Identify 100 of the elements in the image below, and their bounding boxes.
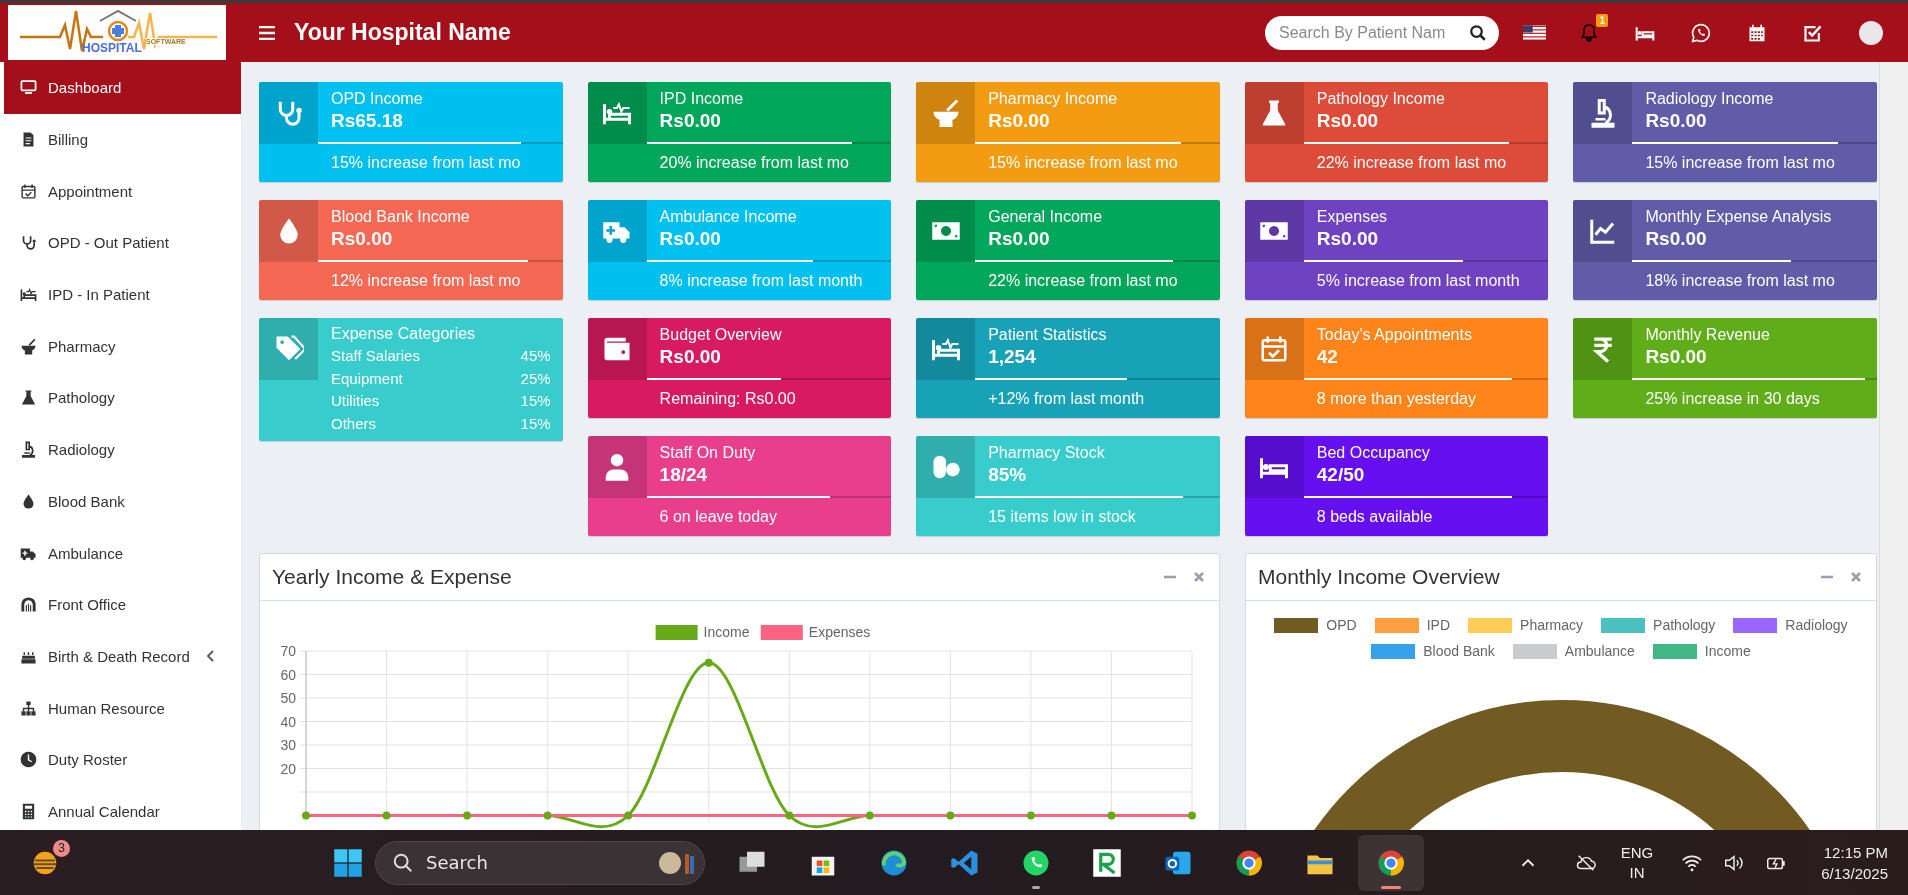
card-footer-text: +12% from last month xyxy=(987,389,1146,409)
sidebar-item[interactable]: Blood Bank xyxy=(4,475,241,528)
card-footer-text: 15 items low in stock xyxy=(987,507,1137,527)
panel-title: Yearly Income & Expense xyxy=(272,565,513,589)
card-title: Pathology Income xyxy=(1315,89,1446,108)
category-name: Staff Salaries xyxy=(331,346,420,366)
card-title: Bed Occupancy xyxy=(1315,443,1431,462)
sidebar-item[interactable]: Human Resource xyxy=(4,682,241,734)
card-footer-text: 12% increase from last mo xyxy=(330,271,522,291)
notification-count-badge: 3 xyxy=(53,839,70,857)
sidebar-item[interactable]: Billing xyxy=(4,113,241,166)
category-name: Utilities xyxy=(331,391,380,411)
sidebar-item[interactable]: Pharmacy xyxy=(4,320,241,373)
card-value: 42 xyxy=(1315,345,1339,369)
notification-bell-icon[interactable] xyxy=(1579,22,1599,43)
running-indicator xyxy=(1032,885,1040,889)
card-title: General Income xyxy=(987,207,1104,226)
data-point xyxy=(543,811,552,820)
scrollbar[interactable] xyxy=(1879,62,1908,830)
region-indicator[interactable]: IN xyxy=(1629,862,1645,883)
card-footer-text: 15% increase from last mo xyxy=(987,153,1179,173)
card-value: Rs0.00 xyxy=(987,109,1051,133)
sidebar-item[interactable]: OPD - Out Patient xyxy=(4,217,241,269)
menu-icon[interactable] xyxy=(259,25,275,40)
patient-search-field[interactable]: Search By Patient Nam xyxy=(1265,15,1499,50)
sidebar-item[interactable]: Annual Calendar xyxy=(4,785,241,830)
card-value: Rs0.00 xyxy=(987,227,1051,251)
taskbar-search-field[interactable]: Search xyxy=(375,840,705,885)
legend-label: OPD xyxy=(1326,617,1357,633)
close-icon[interactable] xyxy=(1850,571,1862,583)
notification-count-badge: 1 xyxy=(1596,13,1608,27)
card-footer-text: Remaining: Rs0.00 xyxy=(658,389,797,409)
legend-label: IPD xyxy=(1426,617,1451,633)
sidebar-item[interactable]: Birth & Death Record xyxy=(4,630,241,683)
card-value: 85% xyxy=(987,463,1028,487)
search-icon[interactable] xyxy=(1469,23,1487,42)
sidebar-item[interactable]: Appointment xyxy=(4,165,241,218)
card-value: Rs0.00 xyxy=(330,227,394,251)
y-axis-tick: 70 xyxy=(280,643,296,659)
user-avatar[interactable] xyxy=(1859,20,1883,45)
data-point xyxy=(946,811,955,820)
sidebar-item[interactable]: Pathology xyxy=(4,372,241,424)
card-footer-text: 15% increase from last mo xyxy=(1644,153,1836,173)
card-footer-text: 8 more than yesterday xyxy=(1315,389,1477,409)
search-icon xyxy=(392,851,414,874)
card-footer-text: 5% increase from last month xyxy=(1315,271,1521,291)
legend-label: Expenses xyxy=(808,624,871,640)
clock-date[interactable]: 6/13/2025 xyxy=(1821,862,1888,884)
category-percent: 15% xyxy=(520,413,551,434)
legend-label: Ambulance xyxy=(1564,643,1635,659)
legend-label: Income xyxy=(1704,643,1751,659)
y-axis-tick: 20 xyxy=(280,760,296,777)
sidebar-item[interactable]: Duty Roster xyxy=(4,733,241,786)
whatsapp-icon[interactable] xyxy=(1691,22,1711,43)
legend-label: Pharmacy xyxy=(1520,617,1584,633)
card-value: Rs0.00 xyxy=(1644,345,1708,369)
card-value: Rs65.18 xyxy=(330,109,404,133)
archway-icon xyxy=(20,596,37,614)
card-title: IPD Income xyxy=(658,89,745,108)
monitor-icon xyxy=(20,79,37,97)
clock-icon xyxy=(20,751,37,769)
card-footer-text: 22% increase from last mo xyxy=(1315,153,1508,173)
category-percent: 45% xyxy=(520,346,551,366)
card-value: Rs0.00 xyxy=(1315,227,1380,251)
language-indicator[interactable]: ENG xyxy=(1620,842,1654,863)
card-footer-text: 8% increase from last month xyxy=(658,271,864,291)
card-title: Monthly Expense Analysis xyxy=(1644,207,1833,226)
running-indicator xyxy=(1381,885,1401,889)
y-axis-tick: 40 xyxy=(280,713,296,730)
flask-icon xyxy=(20,389,37,407)
card-title: Radiology Income xyxy=(1644,89,1775,108)
panel-title: Monthly Income Overview xyxy=(1258,565,1501,589)
bed-icon xyxy=(20,286,37,304)
close-icon[interactable] xyxy=(1193,571,1205,583)
card-title: Expense Categories xyxy=(330,324,477,344)
calendar-icon[interactable] xyxy=(1747,22,1767,43)
start-button[interactable] xyxy=(333,847,363,878)
sidebar-item[interactable]: Radiology xyxy=(4,423,241,476)
y-axis-tick: 30 xyxy=(280,737,296,753)
data-point xyxy=(463,811,472,820)
legend-label: Income xyxy=(703,624,750,640)
data-point xyxy=(865,811,874,820)
sidebar-item[interactable]: Ambulance xyxy=(4,527,241,579)
us-flag-icon[interactable] xyxy=(1523,25,1546,40)
clock-time[interactable]: 12:15 PM xyxy=(1823,841,1888,863)
taskbar-app-button[interactable] xyxy=(1358,834,1424,891)
card-footer-text: 18% increase from last mo xyxy=(1644,271,1836,291)
legend-label: Pathology xyxy=(1653,617,1716,633)
y-axis-tick: 50 xyxy=(280,690,296,706)
category-name: Others xyxy=(331,413,376,434)
card-footer-text: 25% increase in 30 days xyxy=(1644,389,1821,409)
data-point xyxy=(785,811,794,820)
data-point xyxy=(382,811,391,820)
card-footer-text: 22% increase from last mo xyxy=(987,271,1179,291)
sidebar-item[interactable]: Front Office xyxy=(4,578,241,631)
data-point xyxy=(1188,811,1196,820)
sidebar-item[interactable]: Dashboard xyxy=(4,62,241,114)
data-point xyxy=(1026,811,1035,820)
sidebar-item[interactable]: IPD - In Patient xyxy=(4,268,241,321)
stethoscope-icon xyxy=(20,234,37,252)
